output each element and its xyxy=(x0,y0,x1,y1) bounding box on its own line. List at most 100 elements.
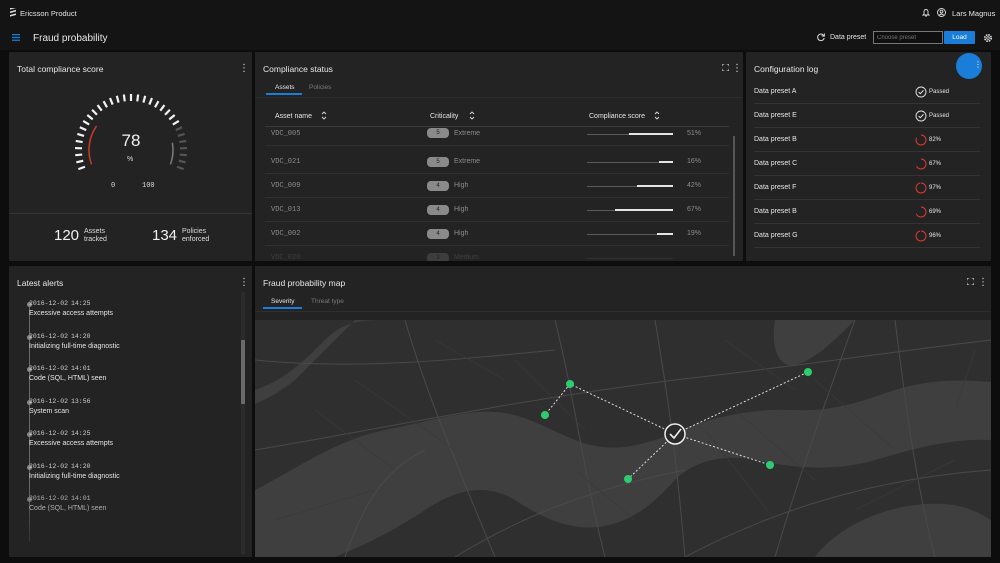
score-bar-fill xyxy=(629,133,673,135)
latest-alerts-panel: Latest alerts ⋮ 2016-12-02 14:25 Excessive… xyxy=(9,266,252,557)
kebab-icon[interactable]: ⋮ xyxy=(978,277,988,288)
data-preset-label: Data preset xyxy=(830,34,867,41)
score-bar-fill xyxy=(659,161,673,163)
sort-icon[interactable] xyxy=(469,111,475,120)
kebab-icon[interactable]: ⋮ xyxy=(239,63,249,74)
ericsson-logo-icon xyxy=(10,8,16,17)
product-name: Ericsson Product xyxy=(20,9,77,18)
gauge-tick xyxy=(159,104,166,112)
sort-icon[interactable] xyxy=(321,111,327,120)
alerts-fade-overlay xyxy=(9,486,241,557)
list-item[interactable]: Data preset B 82% xyxy=(746,130,991,154)
tab-threat-type[interactable]: Threat type xyxy=(311,298,344,305)
alert-time: 13:56 xyxy=(71,397,91,405)
menu-icon[interactable] xyxy=(12,34,20,41)
list-item[interactable]: Data preset C 67% xyxy=(746,154,991,178)
score-bar-fill xyxy=(656,233,673,235)
user-icon[interactable] xyxy=(937,8,946,17)
table-row[interactable]: VDC_020 3 Medium xyxy=(255,246,733,261)
criticality-label: High xyxy=(454,230,469,237)
action-fab-button[interactable]: ⋮ xyxy=(956,53,982,79)
expand-icon[interactable] xyxy=(967,278,974,285)
score-bar-fill xyxy=(636,185,673,187)
asset-name: VDC_005 xyxy=(271,130,301,138)
kebab-icon[interactable]: ⋮ xyxy=(239,277,249,288)
row-divider xyxy=(754,247,980,248)
column-header-asset[interactable]: Asset name xyxy=(275,113,312,120)
alert-item[interactable]: 2016-12-02 13:56 System scan xyxy=(9,398,239,428)
list-item[interactable]: Data preset G 96% xyxy=(746,226,991,250)
fraud-map-title: Fraud probability map xyxy=(263,278,346,288)
gauge-tick xyxy=(176,165,184,171)
row-divider xyxy=(754,151,980,152)
criticality-label: Extreme xyxy=(454,158,481,165)
compliance-score-title: Total compliance score xyxy=(17,64,104,74)
refresh-icon[interactable] xyxy=(816,32,826,42)
tab-severity[interactable]: Severity xyxy=(271,298,294,305)
fraud-node xyxy=(566,380,574,388)
score-value: 42% xyxy=(687,182,702,189)
criticality-label: High xyxy=(454,206,469,213)
alerts-scrollbar-thumb[interactable] xyxy=(241,340,245,404)
column-header-score[interactable]: Compliance score xyxy=(589,113,645,120)
alert-date: 2016-12-02 xyxy=(29,397,69,405)
alert-item[interactable]: 2016-12-02 14:25 Excessive access attempts xyxy=(9,300,239,330)
bell-icon[interactable] xyxy=(922,8,930,17)
tab-policies[interactable]: Policies xyxy=(309,84,331,91)
score-value: 67% xyxy=(687,206,702,213)
table-row[interactable]: VDC_002 4 High 19% xyxy=(255,222,733,246)
table-row[interactable]: VDC_009 4 High 42% xyxy=(255,174,733,198)
config-item-status: Passed xyxy=(929,89,950,95)
compliance-status-title: Compliance status xyxy=(263,64,333,74)
asset-name: VDC_021 xyxy=(271,158,301,166)
column-header-criticality[interactable]: Criticality xyxy=(430,113,458,120)
criticality-badge: 5 xyxy=(427,157,449,167)
kebab-icon[interactable]: ⋮ xyxy=(732,63,742,74)
fraud-map[interactable] xyxy=(255,320,991,557)
sort-icon[interactable] xyxy=(654,111,660,120)
policies-count: 134 xyxy=(152,227,178,244)
alert-date: 2016-12-02 xyxy=(29,430,69,437)
table-row[interactable]: VDC_013 4 High 67% xyxy=(255,198,733,222)
gauge-tick xyxy=(86,114,94,121)
latest-alerts-title: Latest alerts xyxy=(17,278,64,288)
gauge-value: 78 xyxy=(121,131,141,150)
alert-item[interactable]: 2016-12-02 14:20 Initializing full-time di… xyxy=(9,333,239,363)
gauge-tick xyxy=(76,159,84,164)
gauge-tick xyxy=(179,139,187,144)
page-header: Fraud probability Data preset Load xyxy=(0,26,1000,50)
tabs-divider xyxy=(255,311,991,312)
table-row[interactable]: VDC_005 5 Extreme 51% xyxy=(255,126,733,150)
gauge-tick xyxy=(122,94,126,102)
tab-assets[interactable]: Assets xyxy=(275,84,295,91)
config-item-name: Data preset F xyxy=(754,184,797,191)
list-item[interactable]: Data preset A Passed xyxy=(746,82,991,106)
alert-time: 14:20 xyxy=(71,332,91,340)
gauge-tick xyxy=(136,94,140,102)
user-name[interactable]: Lars Magnus xyxy=(952,9,995,18)
alert-text: Initializing full-time diagnostic xyxy=(29,342,120,350)
alert-date: 2016-12-02 xyxy=(29,462,69,470)
expand-icon[interactable] xyxy=(722,64,729,71)
list-item[interactable]: Data preset B 69% xyxy=(746,202,991,226)
check-icon xyxy=(915,86,927,98)
alert-item[interactable]: 2016-12-0214:01 Code (SQL, HTML) seen xyxy=(9,365,239,395)
gear-icon[interactable] xyxy=(983,33,993,43)
preset-select[interactable] xyxy=(873,31,943,44)
alert-time: 14:20 xyxy=(71,462,91,470)
load-button-label: Load xyxy=(952,34,967,41)
load-button[interactable]: Load xyxy=(944,31,975,44)
config-item-name: Data preset A xyxy=(754,88,797,95)
row-divider xyxy=(754,103,980,104)
list-item[interactable]: Data preset E Passed xyxy=(746,106,991,130)
criticality-label: Extreme xyxy=(454,130,481,137)
alert-time: 14:25 xyxy=(71,300,91,307)
progress-ring-icon xyxy=(915,182,927,194)
tabs-divider xyxy=(255,97,743,98)
table-scrollbar[interactable] xyxy=(733,136,735,256)
configuration-log-title: Configuration log xyxy=(754,64,819,74)
alert-item[interactable]: 2016-12-02 14:25 Excessive access attempts xyxy=(9,430,239,460)
gauge-max-label: 100 xyxy=(142,182,155,190)
list-item[interactable]: Data preset F 97% xyxy=(746,178,991,202)
table-row[interactable]: VDC_021 5 Extreme 16% xyxy=(255,150,733,174)
